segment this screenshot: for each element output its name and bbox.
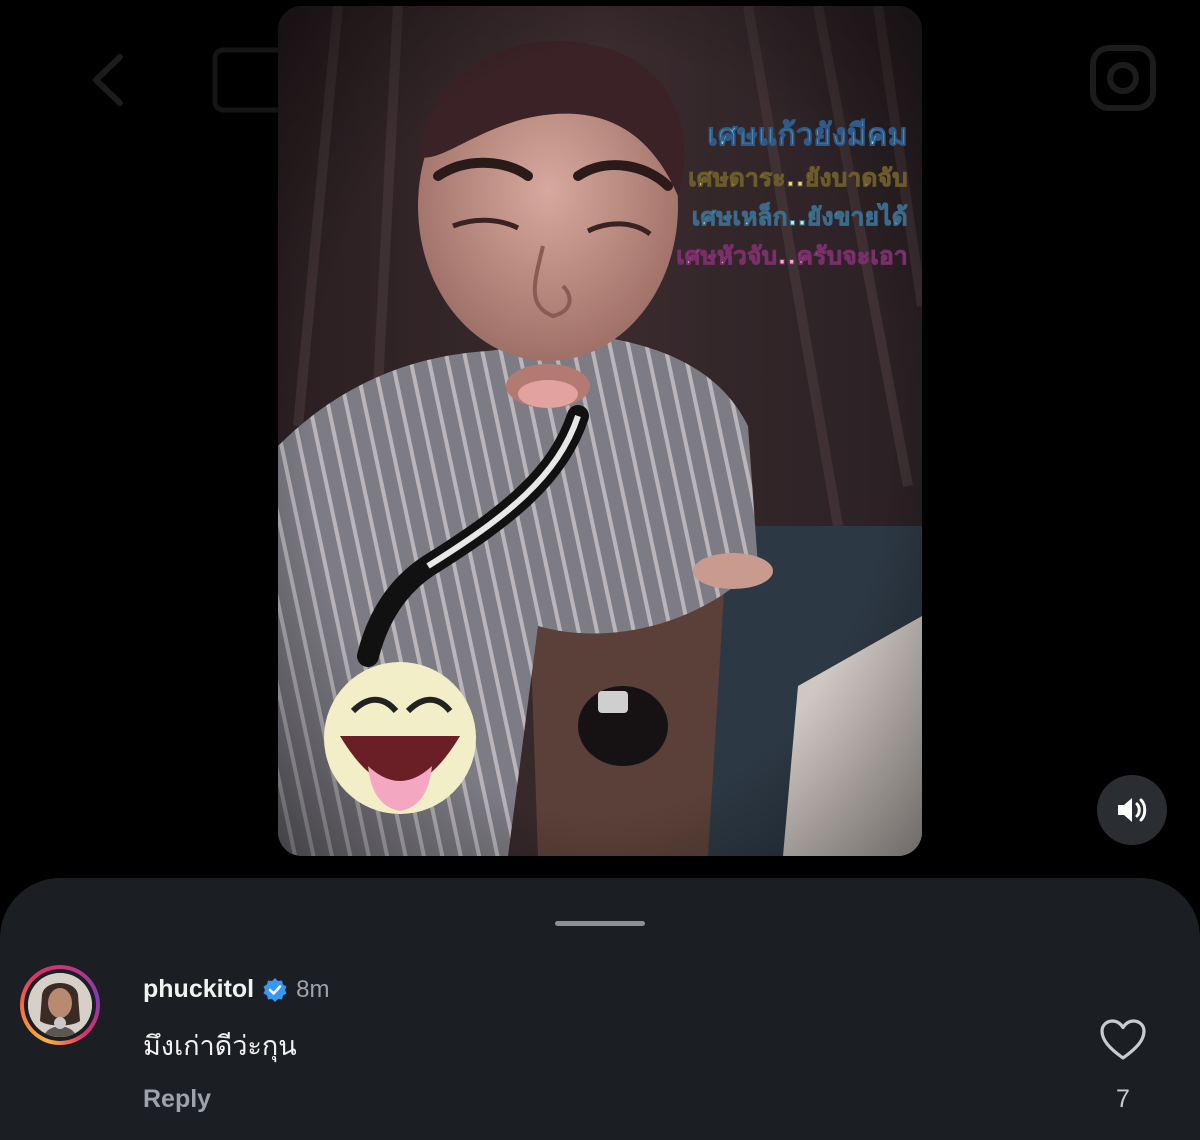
story-media[interactable]: เศษแก้วยังมีคม เศษดาระ..ยังบาดจับ เศษเหล…: [278, 6, 922, 856]
sound-toggle-button[interactable]: [1097, 775, 1167, 845]
caption-line-4: เศษหัวจับ..ครับจะเอา: [676, 241, 908, 270]
caption-line-2: เศษดาระ..ยังบาดจับ: [688, 164, 908, 193]
caption-line-1: เศษแก้วยังมีคม: [707, 118, 908, 154]
reply-button[interactable]: Reply: [143, 1085, 211, 1114]
speaker-icon: [1118, 798, 1147, 822]
sheet-grabber[interactable]: [555, 921, 645, 926]
comment-text: มึงเก่าดีว่ะกุน: [143, 1031, 297, 1062]
caption-line-3: เศษเหล็ก..ยังขายได้: [691, 202, 908, 231]
avatar-image: [28, 973, 92, 1037]
like-count: 7: [1116, 1085, 1130, 1113]
avatar[interactable]: [20, 965, 100, 1045]
comment-time: 8m: [296, 975, 330, 1003]
comment-username[interactable]: phuckitol: [143, 975, 254, 1004]
story-captions: เศษแก้วยังมีคม เศษดาระ..ยังบาดจับ เศษเหล…: [676, 118, 908, 280]
laughing-face-sticker: [324, 662, 476, 814]
comment-header: phuckitol 8m: [143, 975, 329, 1004]
camera-icon[interactable]: [1085, 40, 1161, 116]
verified-badge-icon: [263, 977, 287, 1002]
comments-sheet: phuckitol 8m มึงเก่าดีว่ะกุน Reply 7: [0, 878, 1200, 1140]
chevron-left-icon[interactable]: [78, 45, 148, 115]
avatar-border: [24, 969, 96, 1041]
heart-icon[interactable]: [1099, 1018, 1147, 1062]
